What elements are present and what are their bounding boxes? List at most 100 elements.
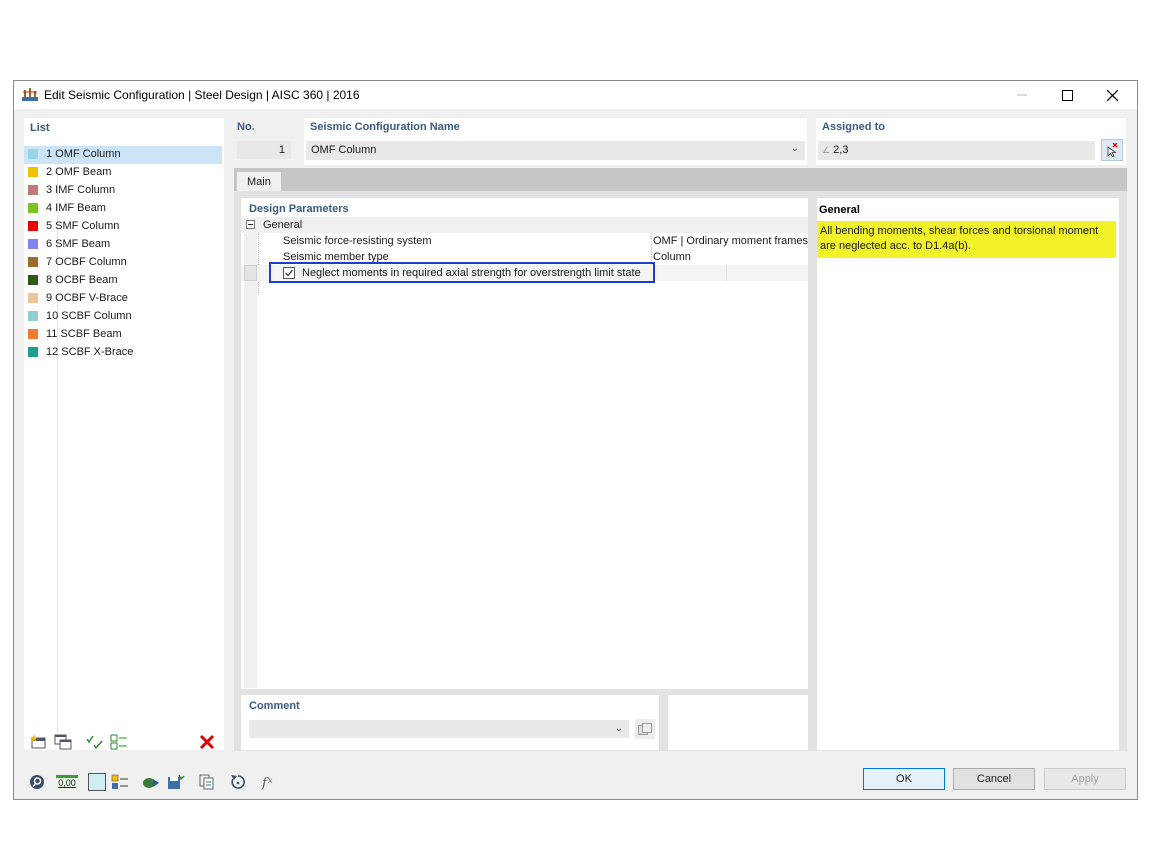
tab-main[interactable]: Main: [236, 171, 282, 192]
comment-combobox[interactable]: ⌄: [249, 720, 629, 738]
list-item[interactable]: 12 SCBF X-Brace: [24, 344, 222, 362]
list-item[interactable]: 4 IMF Beam: [24, 200, 222, 218]
assigned-label: Assigned to: [822, 121, 885, 133]
minimize-icon: [1017, 94, 1027, 96]
save-icon: [168, 774, 185, 789]
color-swatch: [28, 185, 38, 195]
color-swatch: [28, 149, 38, 159]
param-row-neglect-moments[interactable]: Neglect moments in required axial streng…: [241, 262, 808, 283]
check-all-button[interactable]: [86, 734, 104, 750]
param-row-system[interactable]: Seismic force-resisting system OMF | Ord…: [241, 233, 808, 249]
list-item-label: 7 OCBF Column: [46, 256, 127, 268]
assigned-value: 2,3: [833, 144, 849, 156]
param-label: Seismic force-resisting system: [283, 235, 432, 247]
list-item[interactable]: 7 OCBF Column: [24, 254, 222, 272]
name-label: Seismic Configuration Name: [310, 121, 460, 133]
tree-gutter: [244, 233, 257, 688]
list-item[interactable]: 8 OCBF Beam: [24, 272, 222, 290]
units-button[interactable]: [110, 773, 130, 791]
delete-item-button[interactable]: [198, 734, 216, 750]
decimals-icon: 0,00: [56, 775, 78, 789]
import-button[interactable]: [141, 773, 161, 791]
new-item-icon: [30, 734, 46, 749]
comment-panel: Comment ⌄: [241, 695, 659, 750]
assigned-panel: Assigned to ∠ 2,3: [816, 118, 1126, 165]
name-combobox[interactable]: OMF Column ⌄: [306, 141, 805, 160]
color-swatch-icon: [88, 773, 106, 791]
search-help-icon: [30, 775, 44, 789]
save-button[interactable]: [166, 773, 186, 791]
comment-library-icon: [638, 723, 652, 735]
color-button[interactable]: [87, 773, 107, 791]
number-field: 1: [237, 141, 291, 159]
checkbox-neglect-moments[interactable]: [283, 267, 295, 279]
copy-button[interactable]: [197, 773, 217, 791]
copy-item-button[interactable]: [54, 734, 72, 750]
check-all-icon: [86, 735, 103, 750]
delete-icon: [199, 734, 215, 750]
app-icon: [22, 88, 38, 101]
list-item[interactable]: 6 SMF Beam: [24, 236, 222, 254]
group-row-general[interactable]: General: [241, 217, 808, 233]
list-item[interactable]: 3 IMF Column: [24, 182, 222, 200]
new-item-button[interactable]: [30, 734, 48, 750]
dialog-window: Edit Seismic Configuration | Steel Desig…: [13, 80, 1138, 800]
ok-button[interactable]: OK: [863, 768, 945, 790]
window-title: Edit Seismic Configuration | Steel Desig…: [44, 88, 360, 102]
chevron-down-icon[interactable]: ⌄: [791, 143, 799, 154]
uncheck-all-button[interactable]: [110, 734, 128, 750]
copy-icon: [199, 774, 214, 790]
help-button[interactable]: [27, 773, 47, 791]
apply-button[interactable]: Apply: [1044, 768, 1126, 790]
name-value: OMF Column: [311, 144, 377, 156]
copy-item-icon: [54, 734, 72, 750]
color-swatch: [28, 347, 38, 357]
color-swatch: [28, 167, 38, 177]
list-item-label: 11 SCBF Beam: [46, 328, 122, 340]
chevron-down-icon[interactable]: ⌄: [615, 723, 623, 734]
reset-button[interactable]: [228, 773, 248, 791]
info-title: General: [819, 204, 860, 216]
list-item[interactable]: 10 SCBF Column: [24, 308, 222, 326]
import-icon: [143, 778, 159, 788]
minimize-button[interactable]: [999, 81, 1045, 109]
maximize-button[interactable]: [1044, 81, 1090, 109]
param-value[interactable]: OMF | Ordinary moment frames: [653, 235, 808, 247]
list-item[interactable]: 11 SCBF Beam: [24, 326, 222, 344]
list-item[interactable]: 2 OMF Beam: [24, 164, 222, 182]
row-header: [244, 265, 257, 281]
list-item[interactable]: 9 OCBF V-Brace: [24, 290, 222, 308]
color-swatch: [28, 311, 38, 321]
function-button[interactable]: fx: [259, 773, 279, 791]
close-button[interactable]: [1089, 81, 1135, 109]
assigned-field[interactable]: ∠ 2,3: [818, 141, 1095, 160]
list-item[interactable]: 1 OMF Column: [24, 146, 222, 164]
comment-library-button[interactable]: [635, 719, 655, 739]
list-label: List: [30, 122, 50, 134]
list-item-label: 8 OCBF Beam: [46, 274, 118, 286]
info-text: All bending moments, shear forces and to…: [817, 221, 1116, 258]
color-swatch: [28, 203, 38, 213]
list-item-label: 6 SMF Beam: [46, 238, 111, 250]
color-swatch: [28, 221, 38, 231]
pick-objects-button[interactable]: [1101, 139, 1123, 161]
color-swatch: [28, 239, 38, 249]
function-icon: fx: [261, 776, 273, 790]
svg-text:x: x: [268, 776, 273, 785]
collapse-icon[interactable]: [246, 220, 255, 229]
number-label: No.: [237, 121, 255, 133]
decimals-button[interactable]: 0,00: [55, 773, 79, 791]
title-bar: Edit Seismic Configuration | Steel Desig…: [14, 81, 1137, 109]
list-item-label: 1 OMF Column: [46, 148, 121, 160]
color-swatch: [28, 329, 38, 339]
param-value[interactable]: Column: [653, 251, 691, 263]
tab-strip: [234, 168, 1127, 191]
cell-separator: [726, 265, 727, 281]
list-panel: List 1 OMF Column 2 OMF Beam 3 IMF Column 4…: [24, 118, 224, 750]
list-item-label: 4 IMF Beam: [46, 202, 106, 214]
checkbox-label: Neglect moments in required axial streng…: [302, 267, 641, 279]
list-item-label: 3 IMF Column: [46, 184, 116, 196]
cancel-button[interactable]: Cancel: [953, 768, 1035, 790]
list-item[interactable]: 5 SMF Column: [24, 218, 222, 236]
list-item-label: 2 OMF Beam: [46, 166, 112, 178]
